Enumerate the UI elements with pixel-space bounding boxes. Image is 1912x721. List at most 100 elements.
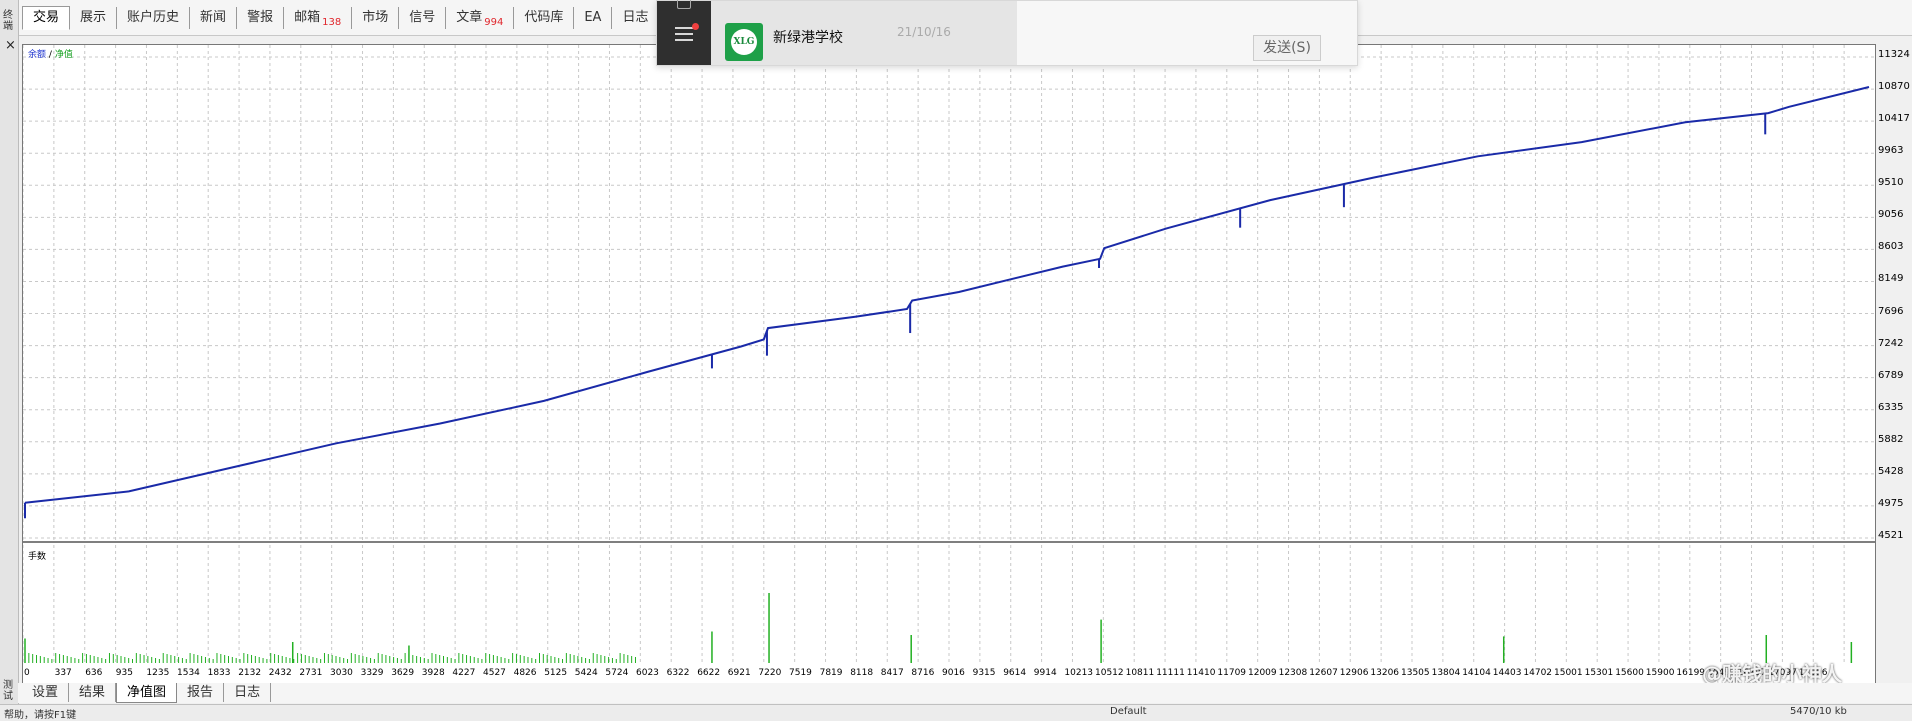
x-tick-label: 636: [85, 668, 103, 678]
x-tick-label: 0: [24, 668, 30, 678]
notification-popup[interactable]: XLG 新绿港学校 21/10/16 发送(S): [656, 0, 1358, 66]
y-tick-label: 4521: [1878, 530, 1904, 541]
y-tick-label: 5428: [1878, 465, 1904, 477]
x-tick-label: 5424: [574, 668, 598, 678]
x-tick-label: 7819: [819, 668, 843, 678]
x-tick-label: 1833: [207, 668, 231, 678]
y-tick-label: 8149: [1878, 273, 1904, 285]
tab-badge: 994: [484, 17, 504, 28]
x-tick-label: 14403: [1492, 668, 1522, 678]
x-tick-label: 6921: [727, 668, 751, 678]
x-tick-label: 9914: [1033, 668, 1057, 678]
contact-name: 新绿港学校: [773, 30, 843, 46]
x-tick-label: 4527: [483, 668, 506, 678]
x-tick-label: 1235: [146, 668, 170, 678]
x-tick-label: 13206: [1370, 668, 1400, 678]
tab-1[interactable]: 展示: [70, 7, 118, 29]
top-tabs: 交易 展示 账户历史 新闻 警报 邮箱 138 市场 信号 文章 994 代码库 EA 日志: [22, 6, 660, 30]
y-tick-label: 9510: [1878, 177, 1904, 189]
terminal-side-tab[interactable]: 终端 测试: [0, 0, 19, 720]
tab-8[interactable]: 文章 994: [446, 7, 515, 29]
tab-label: 代码库: [524, 10, 564, 25]
x-tick-label: 9016: [942, 668, 965, 678]
tab-label: 市场: [362, 10, 389, 25]
x-tick-label: 6322: [666, 668, 690, 678]
x-tick-label: 10811: [1125, 668, 1155, 678]
x-tick-label: 337: [54, 668, 72, 678]
bottom-tab-3[interactable]: 报告: [177, 683, 225, 702]
x-tick-label: 2132: [238, 668, 262, 678]
x-tick-label: 3629: [391, 668, 415, 678]
y-tick-label: 7696: [1878, 305, 1904, 317]
logo-text: XLG: [731, 29, 757, 55]
balance-line: [24, 86, 1870, 504]
x-tick-label: 9614: [1003, 668, 1027, 678]
x-tick-label: 16199: [1676, 668, 1706, 678]
tab-label: 信号: [409, 10, 436, 25]
x-tick-label: 6023: [636, 668, 659, 678]
x-tick-label: 3928: [421, 668, 445, 678]
x-tick-label: 5724: [605, 668, 629, 678]
tab-label: 文章: [456, 10, 483, 25]
chart-legend: 余额 / 净值: [28, 47, 73, 60]
tab-badge: 138: [322, 17, 342, 28]
equity-chart: [22, 44, 1876, 684]
bottom-tab-0[interactable]: 设置: [22, 683, 70, 702]
y-tick-label: 7242: [1878, 337, 1904, 349]
tab-4[interactable]: 警报: [237, 7, 285, 29]
message-date: 21/10/16: [897, 25, 951, 39]
status-traffic: 5470/10 kb: [1790, 706, 1847, 717]
send-button[interactable]: 发送(S): [1253, 35, 1321, 61]
tab-7[interactable]: 信号: [399, 7, 447, 29]
x-tick-label: 15001: [1554, 668, 1583, 678]
minimize-icon[interactable]: [677, 0, 691, 9]
y-tick-label: 9963: [1878, 145, 1904, 157]
side-label-bottom: 测试: [3, 680, 13, 702]
x-tick-label: 12308: [1278, 668, 1308, 678]
x-tick-label: 4227: [452, 668, 476, 678]
bottom-tab-4[interactable]: 日志: [224, 683, 272, 702]
y-tick-label: 4975: [1878, 497, 1904, 509]
tab-10[interactable]: EA: [574, 7, 613, 29]
tab-3[interactable]: 新闻: [190, 7, 238, 29]
x-tick-label: 5125: [544, 668, 568, 678]
status-help: 帮助，请按F1键: [4, 710, 77, 721]
y-tick-label: 10417: [1878, 113, 1910, 125]
x-tick-label: 935: [115, 668, 133, 678]
tab-label: 账户历史: [127, 10, 180, 25]
school-logo: XLG: [725, 23, 763, 61]
x-tick-label: 8417: [880, 668, 904, 678]
y-tick-label: 11324: [1878, 49, 1910, 60]
bottom-tabs: 设置 结果 净值图 报告 日志: [22, 683, 272, 703]
x-tick-label: 3030: [330, 668, 353, 678]
y-tick-label: 8603: [1878, 241, 1904, 253]
bottom-tab-2[interactable]: 净值图: [116, 683, 178, 703]
close-icon[interactable]: ×: [5, 38, 16, 53]
x-tick-label: 13505: [1401, 668, 1430, 678]
tab-6[interactable]: 市场: [352, 7, 400, 29]
x-tick-label: 10213: [1064, 668, 1094, 678]
y-tick-label: 9056: [1878, 209, 1904, 221]
y-tick-label: 10870: [1878, 81, 1910, 93]
x-tick-label: 6622: [697, 668, 721, 678]
tab-11[interactable]: 日志: [612, 7, 660, 29]
tab-label: 警报: [247, 10, 274, 25]
tab-0[interactable]: 交易: [22, 6, 71, 30]
x-tick-label: 11111: [1156, 668, 1185, 678]
legend-balance: 余额: [28, 50, 47, 60]
tab-label: 邮箱: [294, 10, 321, 25]
tab-5[interactable]: 邮箱 138: [284, 7, 353, 29]
tab-label: EA: [584, 10, 602, 25]
x-tick-label: 12607: [1309, 668, 1338, 678]
x-tick-label: 2731: [299, 668, 323, 678]
x-tick-label: 15600: [1615, 668, 1644, 678]
tab-9[interactable]: 代码库: [514, 7, 575, 29]
hamburger-menu-icon[interactable]: [675, 27, 693, 41]
y-tick-label: 6335: [1878, 401, 1904, 413]
bottom-tab-1[interactable]: 结果: [69, 683, 117, 702]
tab-2[interactable]: 账户历史: [117, 7, 191, 29]
legend-separator: /: [48, 50, 52, 60]
tab-label: 日志: [622, 10, 649, 25]
x-tick-label: 1534: [177, 668, 200, 678]
tab-label: 新闻: [200, 10, 227, 25]
